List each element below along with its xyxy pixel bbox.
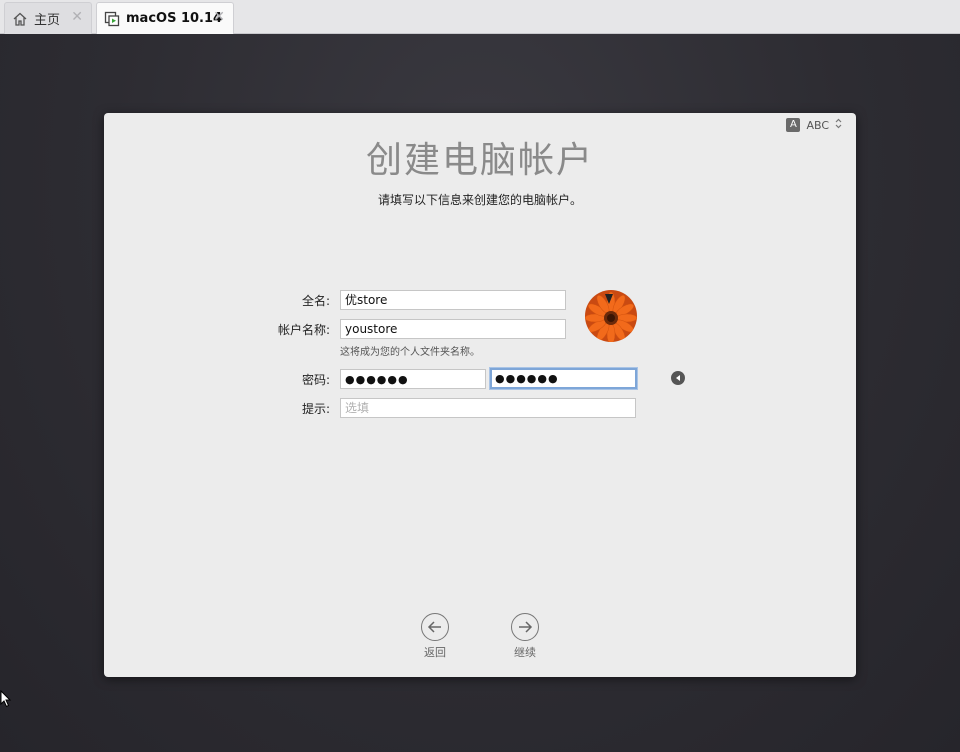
password-field[interactable]: ●●●●●● — [340, 369, 486, 389]
close-icon[interactable]: ✕ — [213, 9, 225, 25]
account-name-field[interactable]: youstore — [340, 319, 566, 339]
page-title: 创建电脑帐户 — [365, 140, 594, 181]
continue-button[interactable]: 继续 — [495, 613, 555, 660]
user-avatar[interactable] — [585, 290, 637, 342]
page-subtitle: 请填写以下信息来创建您的电脑帐户。 — [377, 193, 582, 207]
tab-home-label: 主页 — [34, 13, 61, 28]
input-source-label: ABC — [806, 118, 829, 132]
setup-panel: A ABC 创建电脑帐户 请填写以下信息来创建您的电脑帐户。 全名: 优stor… — [104, 113, 856, 677]
account-name-help: 这将成为您的个人文件夹名称。 — [340, 347, 480, 358]
continue-label: 继续 — [514, 646, 536, 659]
fullname-label: 全名: — [301, 294, 330, 308]
password-verify-value: ●●●●●● — [495, 372, 559, 385]
vm-icon — [103, 10, 121, 28]
password-label: 密码: — [301, 373, 330, 387]
flower-avatar-icon — [585, 290, 637, 342]
fullname-field[interactable]: 优store — [340, 290, 566, 310]
password-verify-field[interactable]: ●●●●●● — [490, 368, 637, 389]
input-source-badge: A — [786, 118, 801, 132]
arrow-right-icon — [511, 613, 539, 641]
hint-label: 提示: — [301, 402, 330, 416]
arrow-left-icon — [421, 613, 449, 641]
tab-macos-label: macOS 10.14 — [126, 11, 223, 26]
account-name-label: 帐户名称: — [277, 323, 330, 337]
tab-home[interactable]: 主页 ✕ — [4, 2, 92, 34]
home-icon — [11, 10, 29, 28]
arrow-left-circle-icon[interactable] — [671, 371, 685, 385]
password-value: ●●●●●● — [345, 373, 409, 386]
back-label: 返回 — [424, 646, 446, 659]
tab-bar: 主页 ✕ macOS 10.14 ✕ — [0, 0, 960, 34]
close-icon[interactable]: ✕ — [71, 9, 83, 25]
input-source-menu[interactable]: A ABC — [786, 118, 842, 132]
tab-macos[interactable]: macOS 10.14 ✕ — [96, 2, 234, 34]
hint-field[interactable]: 选填 — [340, 398, 636, 418]
chevron-updown-icon — [835, 118, 842, 132]
mouse-pointer-icon — [0, 689, 12, 712]
back-button[interactable]: 返回 — [405, 613, 465, 660]
